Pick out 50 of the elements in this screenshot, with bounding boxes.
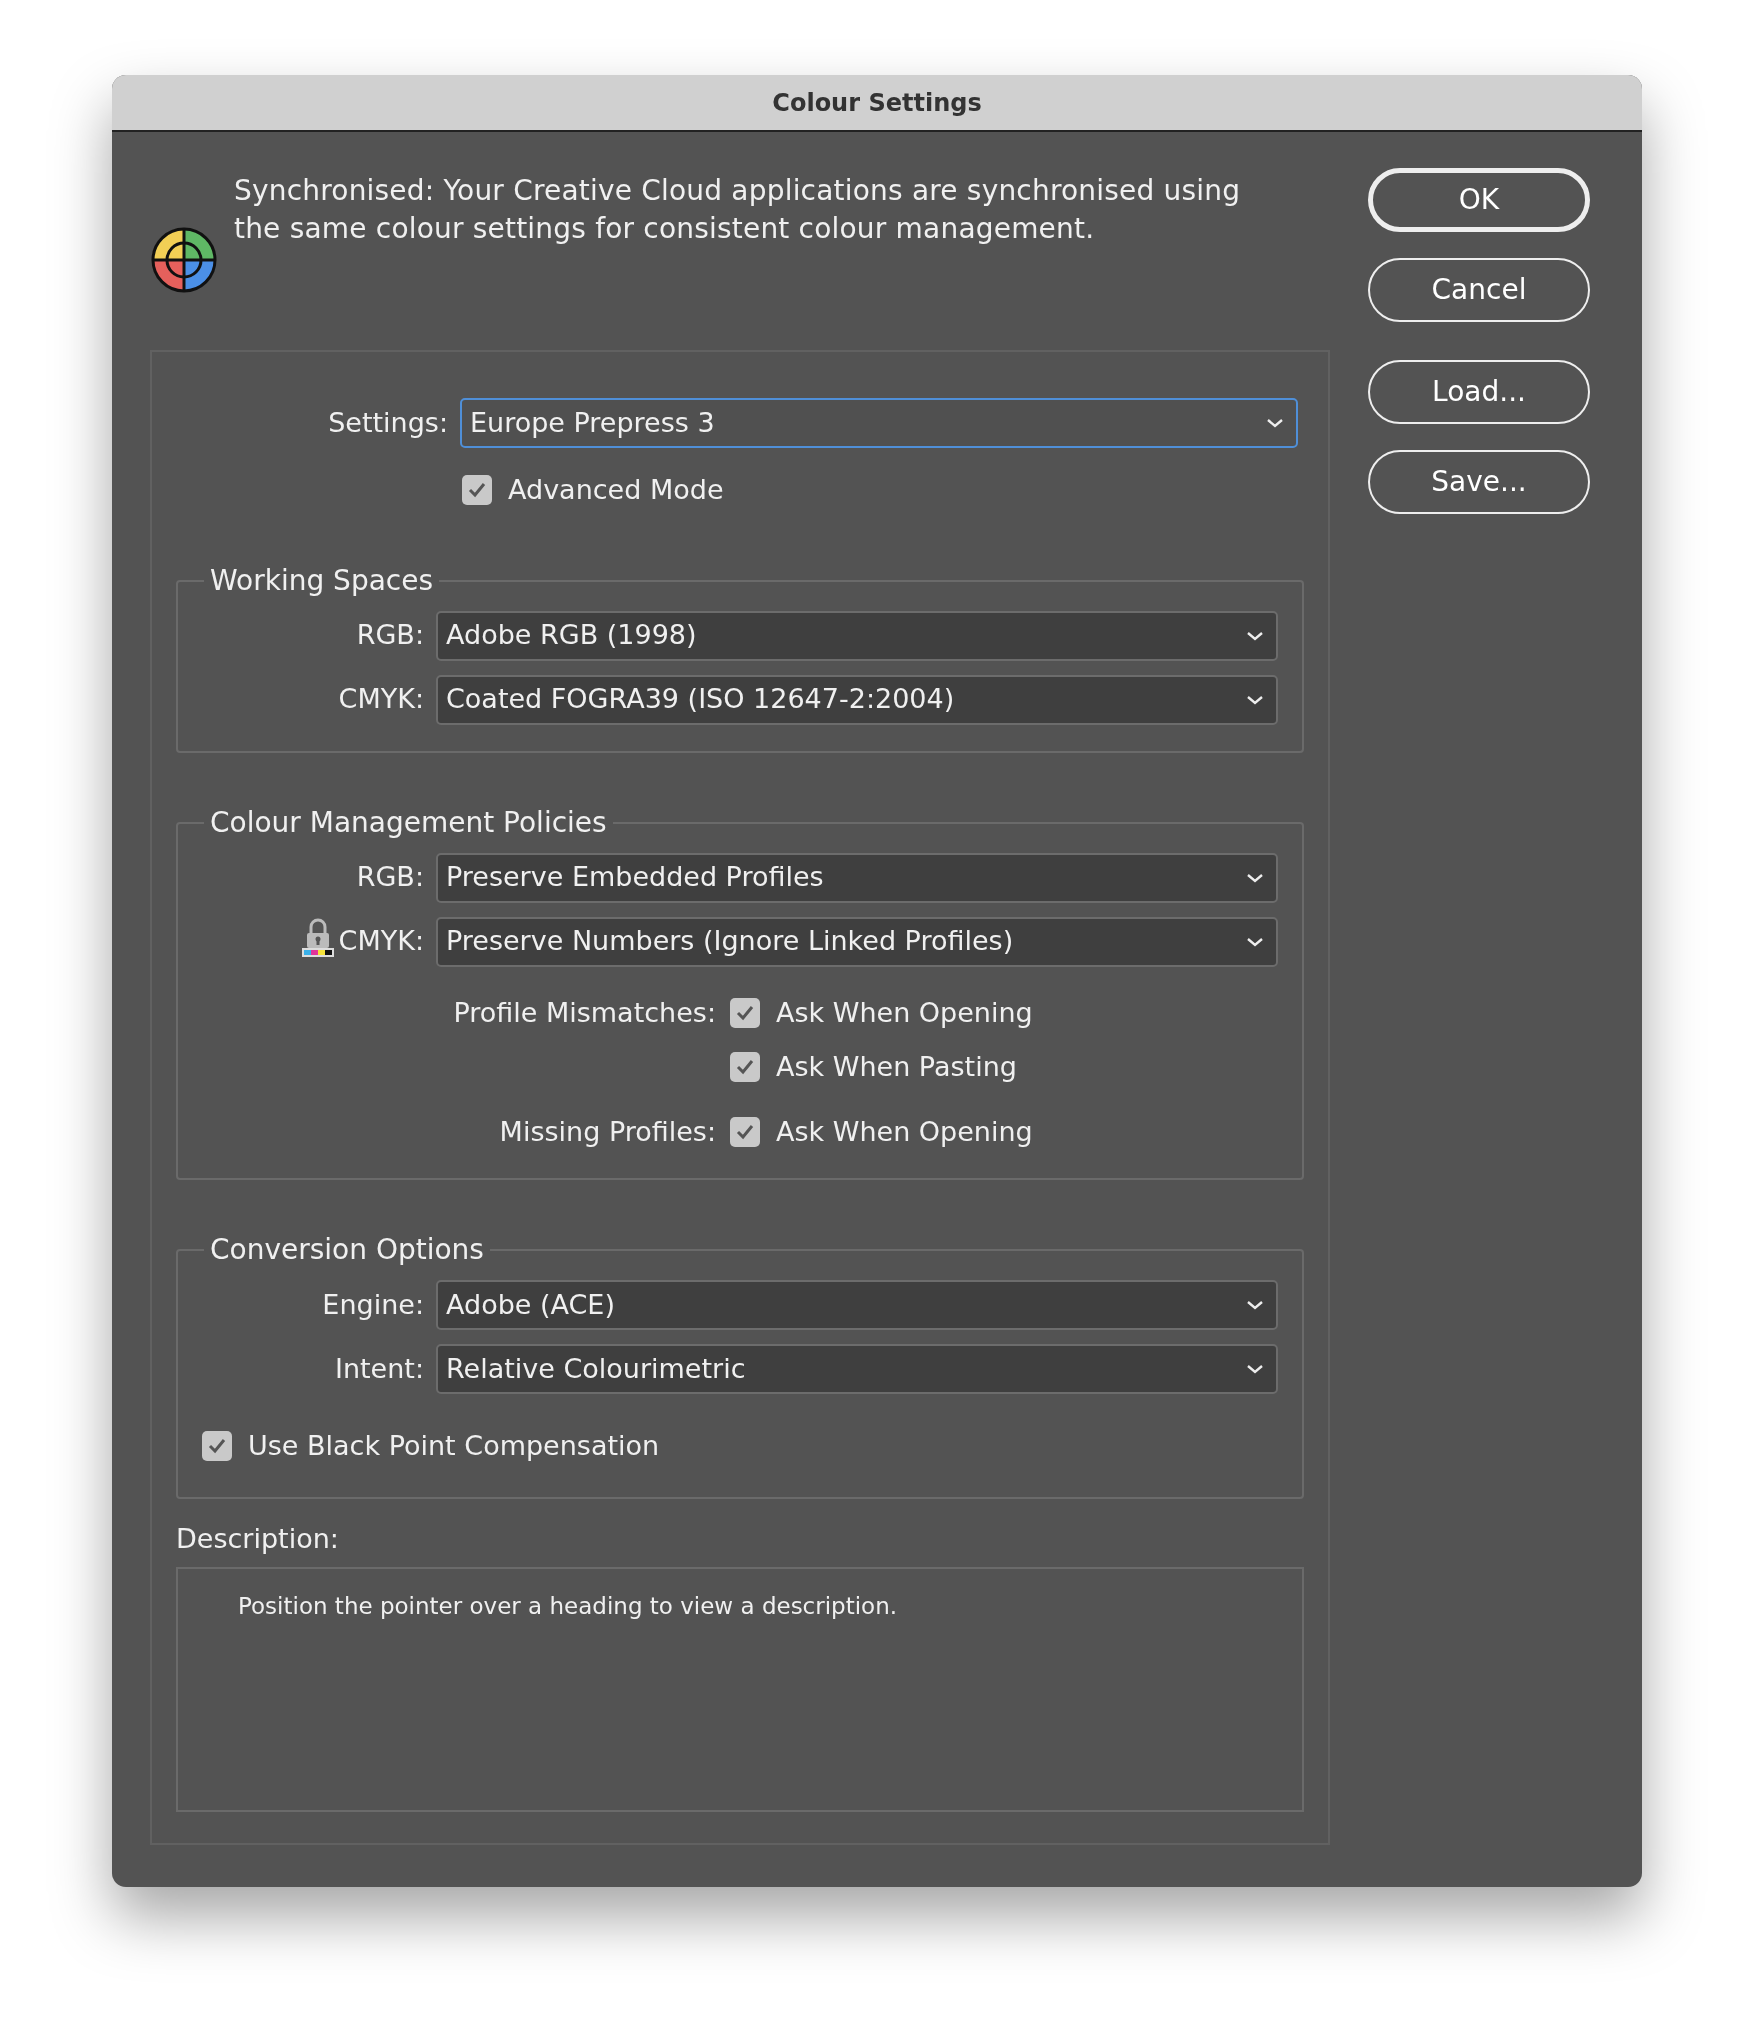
field-label: CMYK: [338,682,424,717]
chevron-icon [1246,1299,1264,1311]
checkmark-icon [735,1122,755,1141]
dropdown[interactable]: Relative Colourimetric [436,1344,1278,1394]
chevron-icon [1246,1363,1264,1375]
checkmark-icon [735,1003,755,1022]
checkbox-label: Ask When Opening [776,1114,1033,1149]
checkbox[interactable] [202,1431,232,1462]
chevron-icon [1266,417,1284,429]
dropdown[interactable]: Preserve Numbers (Ignore Linked Profiles) [436,916,1278,967]
dropdown[interactable]: Europe Prepress 3 [460,398,1298,448]
dialog-button[interactable]: Load... [1368,360,1590,424]
checkmark-icon [207,1437,227,1456]
checkbox[interactable] [730,1116,760,1147]
field-label: Missing Profiles: [499,1114,716,1149]
checkbox-label: Advanced Mode [508,473,724,507]
description-text: Position the pointer over a heading to view a description. [238,1593,898,1619]
field-label: RGB: [356,618,424,653]
section-heading: Working Spaces [209,566,434,595]
chevron-icon [1246,629,1264,642]
dropdown[interactable]: Adobe RGB (1998) [436,610,1278,661]
checkmark-icon [467,481,487,500]
section-heading: Colour Management Policies [209,808,608,837]
checkbox-label: Ask When Pasting [776,1050,1017,1084]
dropdown[interactable]: Coated FOGRA39 (ISO 12647-2:2004) [436,674,1278,725]
colour-wheel-icon [150,226,218,294]
window-title: Colour Settings [772,87,982,119]
dialog-button[interactable]: Save... [1368,450,1590,514]
field-label: CMYK: [338,924,424,959]
field-label: Intent: [334,1351,424,1386]
description-label: Description: [176,1521,340,1556]
field-label: Engine: [322,1287,424,1322]
section-heading: Conversion Options [209,1236,485,1264]
sync-message: Synchronised: Your Creative Cloud applications are synchronised using the same colour settings for consistent colour management. [234,173,1242,247]
dropdown[interactable]: Adobe (ACE) [436,1280,1278,1330]
field-label: Profile Mismatches: [453,995,716,1030]
checkbox[interactable] [462,475,492,506]
checkbox-label: Use Black Point Compensation [248,1429,660,1463]
dropdown[interactable]: Preserve Embedded Profiles [436,852,1278,903]
chevron-icon [1246,871,1264,884]
checkbox[interactable] [730,997,760,1028]
chevron-icon [1246,693,1264,706]
checkmark-icon [735,1058,755,1077]
checkbox[interactable] [730,1052,760,1083]
dialog-button[interactable]: Cancel [1368,258,1590,322]
settings-label: Settings: [327,405,448,440]
field-label: RGB: [356,860,424,895]
chevron-icon [1246,935,1264,948]
dialog-button[interactable]: OK [1368,168,1590,232]
checkbox-label: Ask When Opening [776,995,1033,1030]
